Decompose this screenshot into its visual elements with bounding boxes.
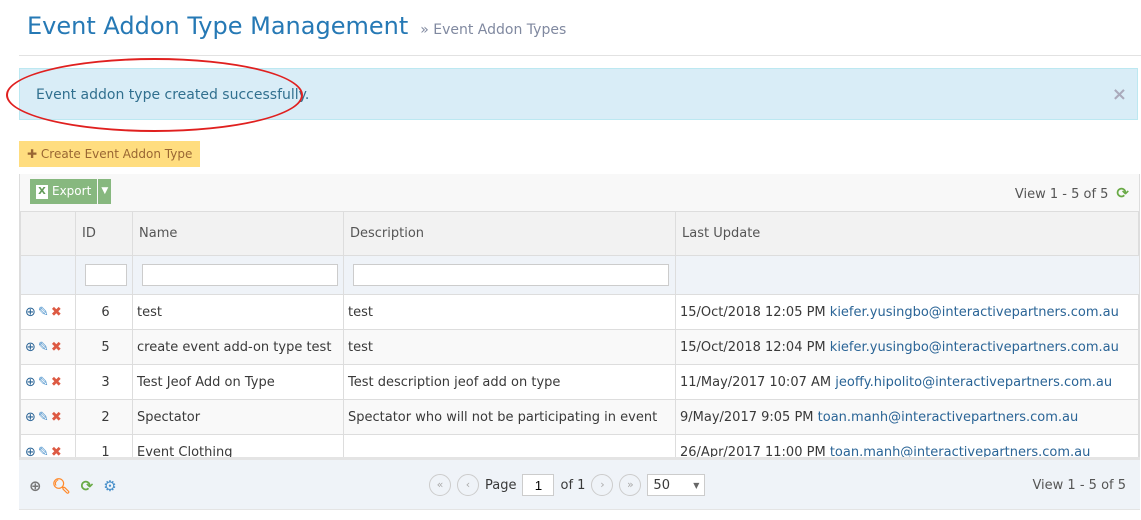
delete-icon[interactable]: ✖ <box>51 410 64 425</box>
table-row: ⊕✎✖ 5 create event add-on type test test… <box>20 329 1139 365</box>
refresh-icon[interactable]: ⟳ <box>1116 184 1129 202</box>
export-button[interactable]: X Export <box>30 179 98 204</box>
delete-icon[interactable]: ✖ <box>51 305 64 320</box>
view-icon[interactable]: ⊕ <box>25 340 38 355</box>
first-page-button[interactable]: « <box>429 474 451 496</box>
search-icon[interactable]: 🔍︎ <box>52 477 71 495</box>
view-icon[interactable]: ⊕ <box>25 375 38 390</box>
id-cell: 3 <box>75 364 133 400</box>
success-alert: Event addon type created successfully. × <box>19 68 1138 120</box>
view-info: View 1 - 5 of 5 <box>1014 187 1109 202</box>
page-input[interactable] <box>522 474 555 496</box>
name-filter-input[interactable] <box>142 264 338 286</box>
email-link[interactable]: kiefer.yusingbo@interactivepartners.com.… <box>830 340 1119 355</box>
email-link[interactable]: kiefer.yusingbo@interactivepartners.com.… <box>830 305 1119 320</box>
page-label: Page <box>485 477 517 493</box>
gear-icon[interactable]: ⚙ <box>103 477 116 495</box>
name-cell: create event add-on type test <box>132 329 344 365</box>
prev-page-button[interactable]: ‹ <box>457 474 479 496</box>
delete-icon[interactable]: ✖ <box>51 340 64 355</box>
view-icon[interactable]: ⊕ <box>25 410 38 425</box>
description-cell: Spectator who will not be participating … <box>343 399 676 435</box>
breadcrumb: » Event Addon Types <box>420 22 567 38</box>
id-filter-input[interactable] <box>85 264 127 286</box>
email-link[interactable]: jeoffy.hipolito@interactivepartners.com.… <box>835 375 1112 390</box>
description-filter-input[interactable] <box>353 264 669 286</box>
page-title: Event Addon Type Management <box>27 12 409 40</box>
page-size-select[interactable]: 50 <box>647 474 706 497</box>
edit-icon[interactable]: ✎ <box>38 410 51 425</box>
table-row: ⊕✎✖ 6 test test 15/Oct/2018 12:05 PM kie… <box>20 294 1139 330</box>
excel-icon: X <box>36 184 48 199</box>
edit-icon[interactable]: ✎ <box>38 305 51 320</box>
edit-icon[interactable]: ✎ <box>38 340 51 355</box>
date: 9/May/2017 9:05 PM <box>680 409 814 425</box>
export-dropdown-button[interactable]: ▼ <box>98 179 112 204</box>
name-cell: test <box>132 294 344 330</box>
last-update-cell: 15/Oct/2018 12:04 PM kiefer.yusingbo@int… <box>675 329 1139 365</box>
page-header: Event Addon Type Management » Event Addo… <box>27 12 566 40</box>
date: 11/May/2017 10:07 AM <box>680 374 832 390</box>
header-row: ID Name Description Last Update <box>20 211 1139 256</box>
email-link[interactable]: toan.manh@interactivepartners.com.au <box>818 410 1079 425</box>
col-last-update[interactable]: Last Update <box>675 211 1139 256</box>
pager: ⊕ 🔍︎ ⟳ ⚙ « ‹ Page of 1 › » 50 View 1 - 5… <box>19 457 1140 510</box>
name-cell: Spectator <box>132 399 344 435</box>
last-page-button[interactable]: » <box>619 474 642 496</box>
description-cell: Test description jeof add on type <box>343 364 676 400</box>
refresh-icon[interactable]: ⟳ <box>81 477 94 495</box>
view-icon[interactable]: ⊕ <box>29 477 42 495</box>
name-cell: Test Jeof Add on Type <box>132 364 344 400</box>
last-update-cell: 15/Oct/2018 12:05 PM kiefer.yusingbo@int… <box>675 294 1139 330</box>
alert-message: Event addon type created successfully. <box>36 87 310 103</box>
description-cell: test <box>343 329 676 365</box>
close-icon[interactable]: × <box>1112 69 1127 121</box>
table-row: ⊕✎✖ 2 Spectator Spectator who will not b… <box>20 399 1139 435</box>
id-cell: 5 <box>75 329 133 365</box>
last-update-cell: 11/May/2017 10:07 AM jeoffy.hipolito@int… <box>675 364 1139 400</box>
create-event-addon-type-button[interactable]: ✚ Create Event Addon Type <box>19 141 201 167</box>
description-cell: test <box>343 294 676 330</box>
delete-icon[interactable]: ✖ <box>51 375 64 390</box>
edit-icon[interactable]: ✎ <box>38 375 51 390</box>
page-total: of 1 <box>560 477 586 493</box>
filter-row <box>20 255 1139 295</box>
id-cell: 2 <box>75 399 133 435</box>
create-label: Create Event Addon Type <box>40 147 193 161</box>
id-cell: 6 <box>75 294 133 330</box>
data-grid: X Export ▼ View 1 - 5 of 5 ⟳ ID Name Descri… <box>19 174 1140 471</box>
plus-icon: ✚ <box>27 147 38 161</box>
col-name[interactable]: Name <box>132 211 344 256</box>
next-page-button[interactable]: › <box>591 474 614 496</box>
col-actions <box>20 211 76 256</box>
table-row: ⊕✎✖ 3 Test Jeof Add on Type Test descrip… <box>20 364 1139 400</box>
view-icon[interactable]: ⊕ <box>25 305 38 320</box>
col-id[interactable]: ID <box>75 211 133 256</box>
date: 15/Oct/2018 12:04 PM <box>680 339 826 355</box>
export-label: Export <box>52 184 92 198</box>
date: 15/Oct/2018 12:05 PM <box>680 304 826 320</box>
view-info: View 1 - 5 of 5 <box>1032 478 1126 493</box>
last-update-cell: 9/May/2017 9:05 PM toan.manh@interactive… <box>675 399 1139 435</box>
grid-toolbar: X Export ▼ View 1 - 5 of 5 ⟳ <box>20 174 1139 211</box>
col-description[interactable]: Description <box>343 211 676 256</box>
divider <box>19 55 1141 56</box>
